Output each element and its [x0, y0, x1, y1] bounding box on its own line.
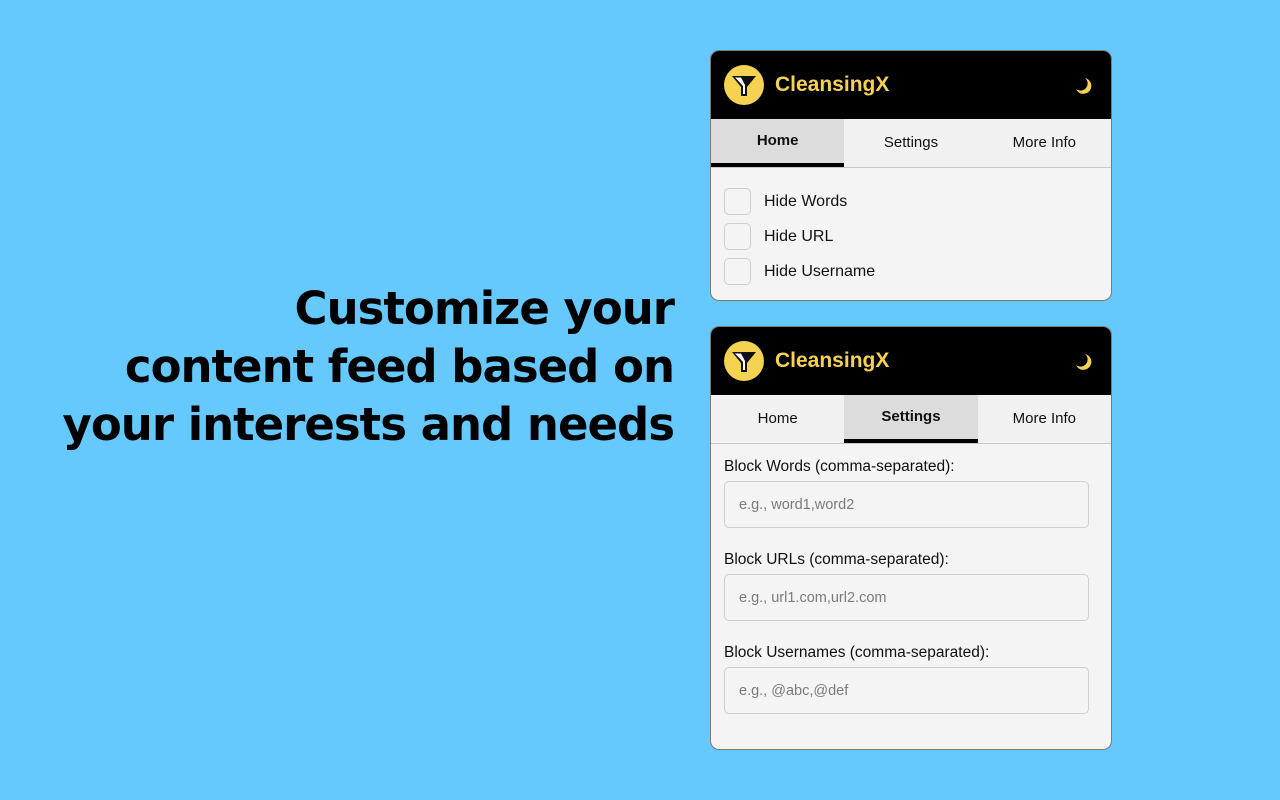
hide-username-option[interactable]: Hide Username — [724, 254, 1098, 289]
tab-bar: Home Settings More Info — [711, 119, 1111, 168]
brand-name: CleansingX — [775, 349, 890, 372]
hide-url-checkbox[interactable] — [724, 223, 751, 250]
hide-url-option[interactable]: Hide URL — [724, 219, 1098, 254]
popup-home-view: CleansingX Home Settings More Info Hide … — [710, 50, 1112, 301]
block-words-label: Block Words (comma-separated): — [724, 458, 955, 475]
crescent-moon-icon[interactable] — [1073, 75, 1093, 95]
hide-words-checkbox[interactable] — [724, 188, 751, 215]
home-content: Hide Words Hide URL Hide Username — [711, 168, 1111, 289]
headline-line: content feed based on — [124, 340, 675, 393]
hide-words-label[interactable]: Hide Words — [764, 193, 847, 211]
funnel-filter-icon — [724, 341, 764, 381]
tab-bar: Home Settings More Info — [711, 395, 1111, 444]
block-usernames-label: Block Usernames (comma-separated): — [724, 644, 990, 661]
brand-name: CleansingX — [775, 73, 890, 96]
tab-home[interactable]: Home — [711, 119, 845, 167]
block-usernames-input[interactable] — [724, 667, 1089, 714]
tab-settings[interactable]: Settings — [844, 119, 977, 167]
block-urls-input[interactable] — [724, 574, 1089, 621]
headline-line: your interests and needs — [62, 398, 675, 451]
popup-header: CleansingX — [711, 51, 1111, 119]
tab-settings[interactable]: Settings — [844, 395, 978, 443]
funnel-filter-icon — [724, 65, 764, 105]
tab-more-info[interactable]: More Info — [978, 395, 1111, 443]
tab-more-info[interactable]: More Info — [978, 119, 1111, 167]
popup-header: CleansingX — [711, 327, 1111, 395]
block-urls-label: Block URLs (comma-separated): — [724, 551, 949, 568]
hide-words-option[interactable]: Hide Words — [724, 184, 1098, 219]
hide-username-label[interactable]: Hide Username — [764, 263, 875, 281]
settings-content: Block Words (comma-separated): Block URL… — [711, 444, 1111, 714]
headline: Customize your content feed based on you… — [62, 280, 675, 454]
popup-settings-view: CleansingX Home Settings More Info Block… — [710, 326, 1112, 750]
headline-line: Customize your — [294, 282, 675, 335]
hide-username-checkbox[interactable] — [724, 258, 751, 285]
hide-url-label[interactable]: Hide URL — [764, 228, 833, 246]
block-words-input[interactable] — [724, 481, 1089, 528]
tab-home[interactable]: Home — [711, 395, 844, 443]
crescent-moon-icon[interactable] — [1073, 351, 1093, 371]
